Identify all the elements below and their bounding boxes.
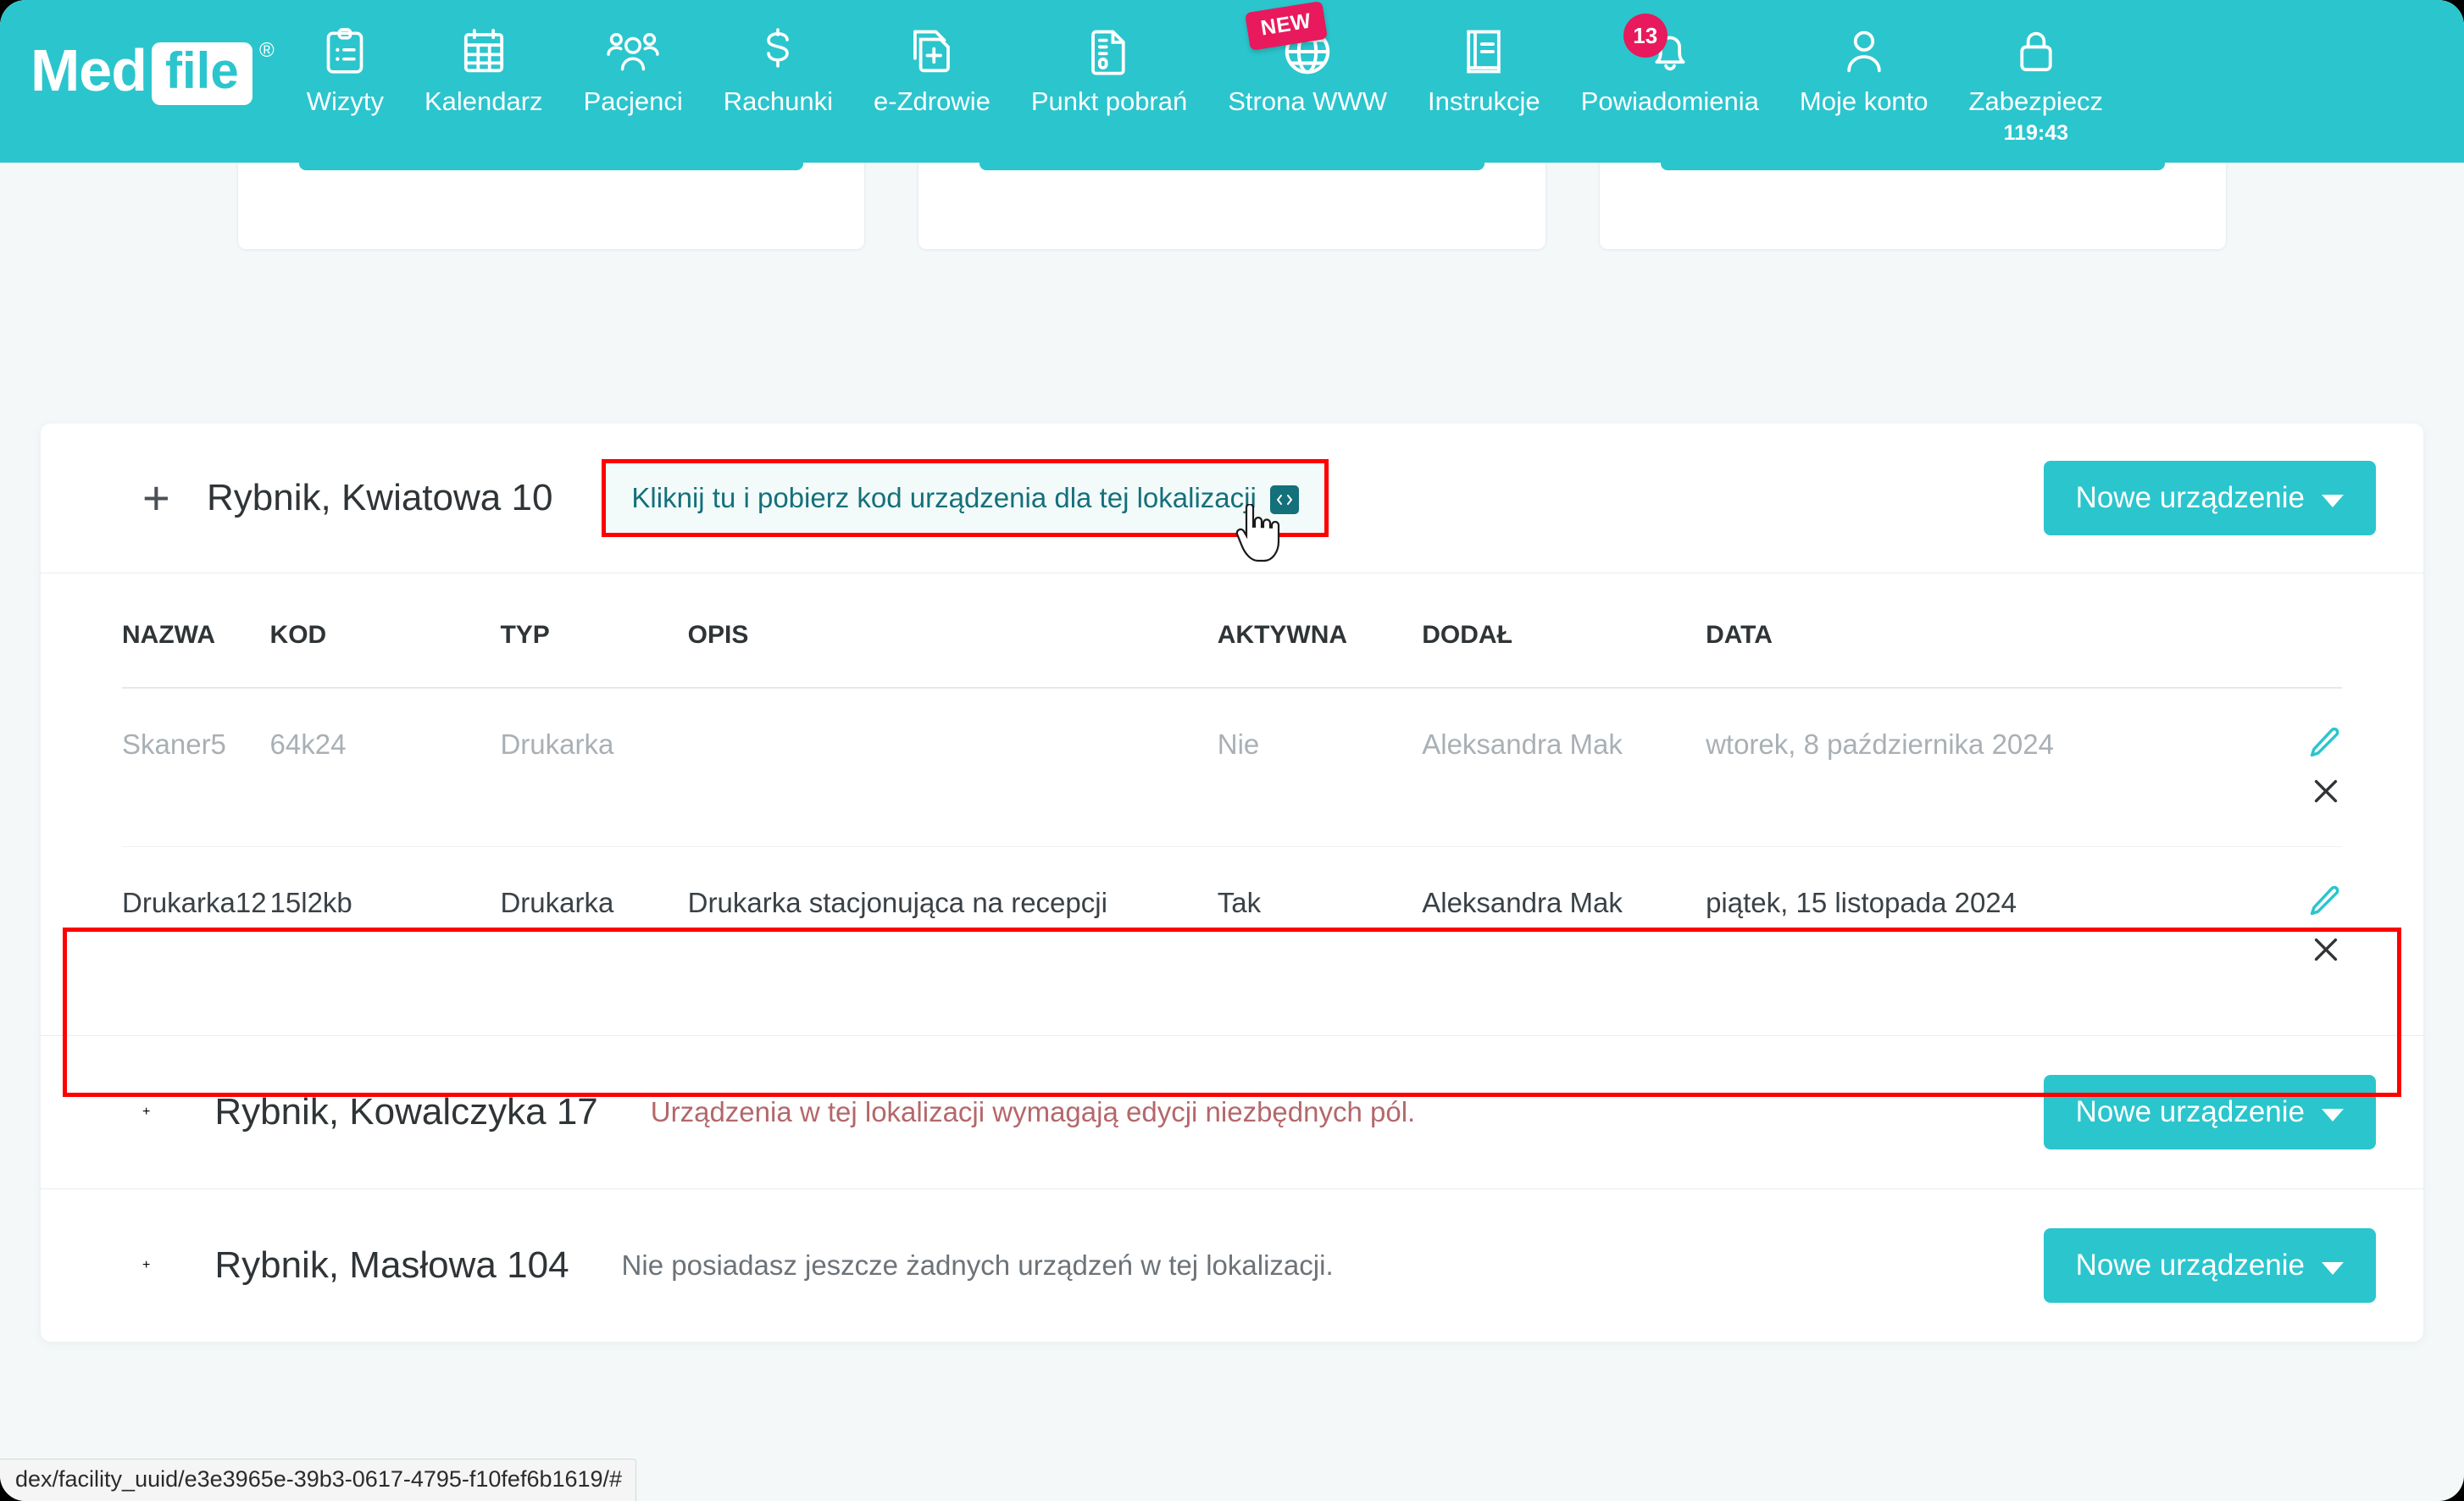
app-logo[interactable]: Med file ® xyxy=(31,37,275,105)
nav-item-wizyty[interactable]: Wizyty xyxy=(307,0,384,114)
locations-panel: + Rybnik, Kwiatowa 10 Kliknij tu i pobie… xyxy=(41,424,2423,1342)
cell-actions xyxy=(2187,847,2342,1005)
nav-item-moje-konto[interactable]: Moje konto xyxy=(1800,0,1928,114)
edit-icon[interactable] xyxy=(2308,726,2342,760)
book-icon xyxy=(1462,25,1505,78)
column-header-data: DATA xyxy=(1706,621,2188,689)
nav-item-kalendarz[interactable]: Kalendarz xyxy=(425,0,543,114)
cell-data: piątek, 15 listopada 2024 xyxy=(1706,887,2017,918)
logo-text-file: file xyxy=(152,42,253,105)
bell-icon: 13 xyxy=(1623,14,1691,78)
nav-item-powiadomienia[interactable]: 13 Powiadomienia xyxy=(1581,0,1759,114)
expand-toggle-kowalczyka[interactable]: + xyxy=(142,1105,150,1120)
cell-dodal: Aleksandra Mak xyxy=(1422,688,1706,847)
cell-opis xyxy=(687,688,1218,847)
location-row-kowalczyka: + Rybnik, Kowalczyka 17 Urządzenia w tej… xyxy=(41,1036,2423,1188)
new-device-button-kwiatowa[interactable]: Nowe urządzenie xyxy=(2043,461,2376,535)
location-header-kwiatowa: + Rybnik, Kwiatowa 10 Kliknij tu i pobie… xyxy=(41,424,2423,573)
nav-label-punkt-pobran: Punkt pobrań xyxy=(1030,86,1188,116)
new-device-label: Nowe urządzenie xyxy=(2075,481,2305,514)
nav-label-powiadomienia: Powiadomienia xyxy=(1580,86,1759,116)
logo-text-med: Med xyxy=(31,37,147,103)
location-note-kowalczyka: Urządzenia w tej lokalizacji wymagają ed… xyxy=(650,1096,1416,1127)
cell-opis: Drukarka stacjonująca na recepcji xyxy=(687,887,1107,918)
code-brackets-icon xyxy=(1269,485,1299,514)
cell-typ: Drukarka xyxy=(500,688,688,847)
column-header-opis: OPIS xyxy=(687,621,1218,689)
nav-label-pacjenci: Pacjenci xyxy=(583,86,683,116)
cell-dodal: Aleksandra Mak xyxy=(1422,887,1623,918)
nav-label-moje-konto: Moje konto xyxy=(1799,86,1928,116)
calendar-icon xyxy=(461,25,507,78)
cell-kod: 64k24 xyxy=(269,688,501,847)
clipboard-icon xyxy=(323,25,367,78)
user-icon xyxy=(1842,25,1886,78)
session-timer: 119:43 xyxy=(2003,121,2069,145)
cell-aktywna: Nie xyxy=(1217,688,1423,847)
delete-icon[interactable] xyxy=(2310,775,2342,807)
device-code-link-highlight: Kliknij tu i pobierz kod urządzenia dla … xyxy=(602,459,1329,562)
nav-label-zabezpiecz: Zabezpiecz xyxy=(1968,86,2104,116)
expand-toggle-kwiatowa[interactable]: + xyxy=(142,474,170,522)
nav-label-strona-www: Strona WWW xyxy=(1228,86,1387,116)
cell-nazwa: Drukarka12 xyxy=(122,887,267,918)
nav-item-instrukcje[interactable]: Instrukcje xyxy=(1428,0,1540,114)
registered-mark: ® xyxy=(259,39,275,62)
edit-icon[interactable] xyxy=(2308,884,2342,918)
table-row[interactable]: Drukarka12 15l2kb Drukarka Drukarka stac… xyxy=(122,847,2342,1005)
nav-label-wizyty: Wizyty xyxy=(306,86,384,116)
column-header-aktywna: AKTYWNA xyxy=(1217,621,1423,689)
dollar-icon xyxy=(761,25,795,78)
notification-count-badge: 13 xyxy=(1623,14,1668,58)
column-header-dodal: DODAŁ xyxy=(1422,621,1706,689)
location-title-kwiatowa: Rybnik, Kwiatowa 10 xyxy=(207,477,553,518)
patients-icon xyxy=(607,25,659,78)
nav-item-e-zdrowie[interactable]: e-Zdrowie xyxy=(874,0,991,114)
expand-toggle-maslowa[interactable]: + xyxy=(142,1258,150,1273)
lock-icon xyxy=(2015,25,2057,78)
cell-nazwa: Skaner5 xyxy=(122,688,270,847)
location-title-kowalczyka: Rybnik, Kowalczyka 17 xyxy=(214,1091,598,1133)
devices-table-wrapper: NAZWA KOD TYP OPIS AKTYWNA DODAŁ DATA Sk… xyxy=(41,573,2423,1035)
nav-item-rachunki[interactable]: Rachunki xyxy=(724,0,833,114)
nav-label-instrukcje: Instrukcje xyxy=(1427,86,1540,116)
devices-table: NAZWA KOD TYP OPIS AKTYWNA DODAŁ DATA Sk… xyxy=(122,621,2342,1005)
column-header-kod: KOD xyxy=(269,621,501,689)
nav-label-rachunki: Rachunki xyxy=(723,86,833,116)
browser-status-bar: dex/facility_uuid/e3e3965e-39b3-0617-479… xyxy=(0,1459,637,1501)
globe-icon: NEW xyxy=(1245,1,1332,78)
cell-data: wtorek, 8 października 2024 xyxy=(1706,688,2188,847)
new-device-label: Nowe urządzenie xyxy=(2075,1249,2305,1282)
column-header-actions xyxy=(2187,621,2342,689)
nav-label-e-zdrowie: e-Zdrowie xyxy=(874,86,991,116)
top-navigation-bar: Med file ® Wizyty Kalendarz Pacjenci Rac… xyxy=(0,0,2464,163)
cell-kod: 15l2kb xyxy=(269,887,352,918)
nav-item-zabezpiecz[interactable]: Zabezpiecz 119:43 xyxy=(1968,0,2104,146)
cell-typ: Drukarka xyxy=(500,887,614,918)
app-screen: Pobierz Pobierz xyxy=(0,0,2464,1501)
column-header-nazwa: NAZWA xyxy=(122,621,270,689)
location-note-maslowa: Nie posiadasz jeszcze żadnych urządzeń w… xyxy=(621,1249,1334,1281)
location-row-maslowa: + Rybnik, Masłowa 104 Nie posiadasz jesz… xyxy=(41,1189,2423,1342)
document-icon xyxy=(1090,25,1129,78)
chevron-down-icon xyxy=(2322,1108,2344,1122)
cell-aktywna: Tak xyxy=(1217,887,1262,918)
device-code-link[interactable]: Kliknij tu i pobierz kod urządzenia dla … xyxy=(631,482,1256,514)
nav-item-strona-www[interactable]: NEW Strona WWW xyxy=(1228,0,1387,114)
location-title-maslowa: Rybnik, Masłowa 104 xyxy=(214,1244,569,1286)
table-row[interactable]: Skaner5 64k24 Drukarka Nie Aleksandra Ma… xyxy=(122,688,2342,847)
medical-file-icon xyxy=(909,25,955,78)
chevron-down-icon xyxy=(2322,494,2344,507)
delete-icon[interactable] xyxy=(2310,933,2342,966)
table-header-row: NAZWA KOD TYP OPIS AKTYWNA DODAŁ DATA xyxy=(122,621,2342,689)
new-device-button-maslowa[interactable]: Nowe urządzenie xyxy=(2043,1228,2376,1303)
cell-actions xyxy=(2187,688,2342,847)
column-header-typ: TYP xyxy=(500,621,688,689)
nav-label-kalendarz: Kalendarz xyxy=(424,86,543,116)
new-device-label: Nowe urządzenie xyxy=(2075,1095,2305,1128)
chevron-down-icon xyxy=(2322,1261,2344,1275)
nav-item-pacjenci[interactable]: Pacjenci xyxy=(584,0,683,114)
nav-item-punkt-pobran[interactable]: Punkt pobrań xyxy=(1031,0,1187,114)
new-device-button-kowalczyka[interactable]: Nowe urządzenie xyxy=(2043,1075,2376,1149)
